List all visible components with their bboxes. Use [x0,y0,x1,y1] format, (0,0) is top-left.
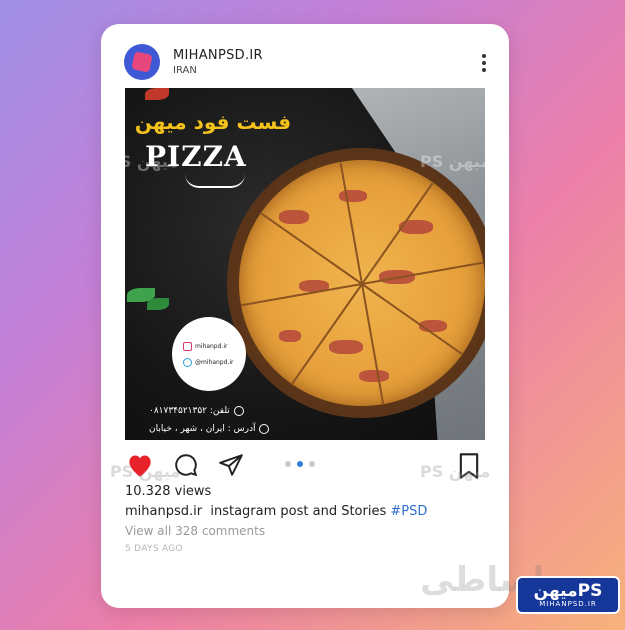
caption: mihanpsd.ir instagram post and Stories #… [125,504,427,519]
site-logo: میهنPS MIHANPSD.IR [518,578,618,612]
caption-username[interactable]: mihanpsd.ir [125,504,202,519]
instagram-icon [183,342,192,351]
more-options-icon[interactable] [481,54,487,72]
swoosh-arrow-icon [185,174,245,188]
carousel-dot[interactable] [285,461,291,467]
telegram-handle: @mihanpd.ir [195,359,234,366]
view-count: 10.328 views [125,484,212,499]
carousel-dot[interactable] [309,461,315,467]
basil-leaf [145,88,169,100]
social-badge: mihanpd.ir @mihanpd.ir [175,320,243,388]
watermark-left-bottom: PS میهن [110,462,181,481]
logo-main-text: میهنPS [533,580,603,601]
watermark-right: PS میهن [420,152,491,171]
share-paper-plane-icon[interactable] [217,452,245,478]
phone-row: تلفن: ۰۸۱۷۳۴۵۲۱۳۵۲ [149,406,244,416]
location-pin-icon [259,424,270,434]
telegram-icon [183,358,192,367]
address-text: آدرس : ایران ، شهر ، خیابان [149,424,256,434]
caption-text: instagram post and Stories [210,504,387,519]
avatar-logo-icon [131,51,153,73]
phone-icon [233,406,244,416]
watermark-left: PS میهن [108,152,179,171]
instagram-handle-row: mihanpd.ir [183,342,227,351]
phone-number: تلفن: ۰۸۱۷۳۴۵۲۱۳۵۲ [149,406,230,416]
instagram-post-card: MIHANPSD.IR IRAN فست فود میهن PIZZA miha… [101,24,509,608]
username[interactable]: MIHANPSD.IR [173,48,263,63]
address-row: آدرس : ایران ، شهر ، خیابان [149,424,270,434]
carousel-dot-active[interactable] [297,461,303,467]
basil-leaf [147,298,169,310]
avatar[interactable] [124,44,160,80]
post-timestamp: 5 DAYS AGO [125,544,183,554]
caption-hashtag[interactable]: #PSD [390,504,427,519]
location-label[interactable]: IRAN [173,65,197,76]
post-title-persian: فست فود میهن [134,110,292,134]
watermark-right-bottom: PS میهن [420,462,491,481]
carousel-indicator [285,461,315,467]
post-image[interactable]: فست فود میهن PIZZA mihanpd.ir @mihanpd.i… [125,88,485,440]
logo-sub-text: MIHANPSD.IR [539,599,597,608]
instagram-handle: mihanpd.ir [195,343,228,350]
telegram-handle-row: @mihanpd.ir [183,358,233,367]
view-comments-link[interactable]: View all 328 comments [125,524,265,538]
